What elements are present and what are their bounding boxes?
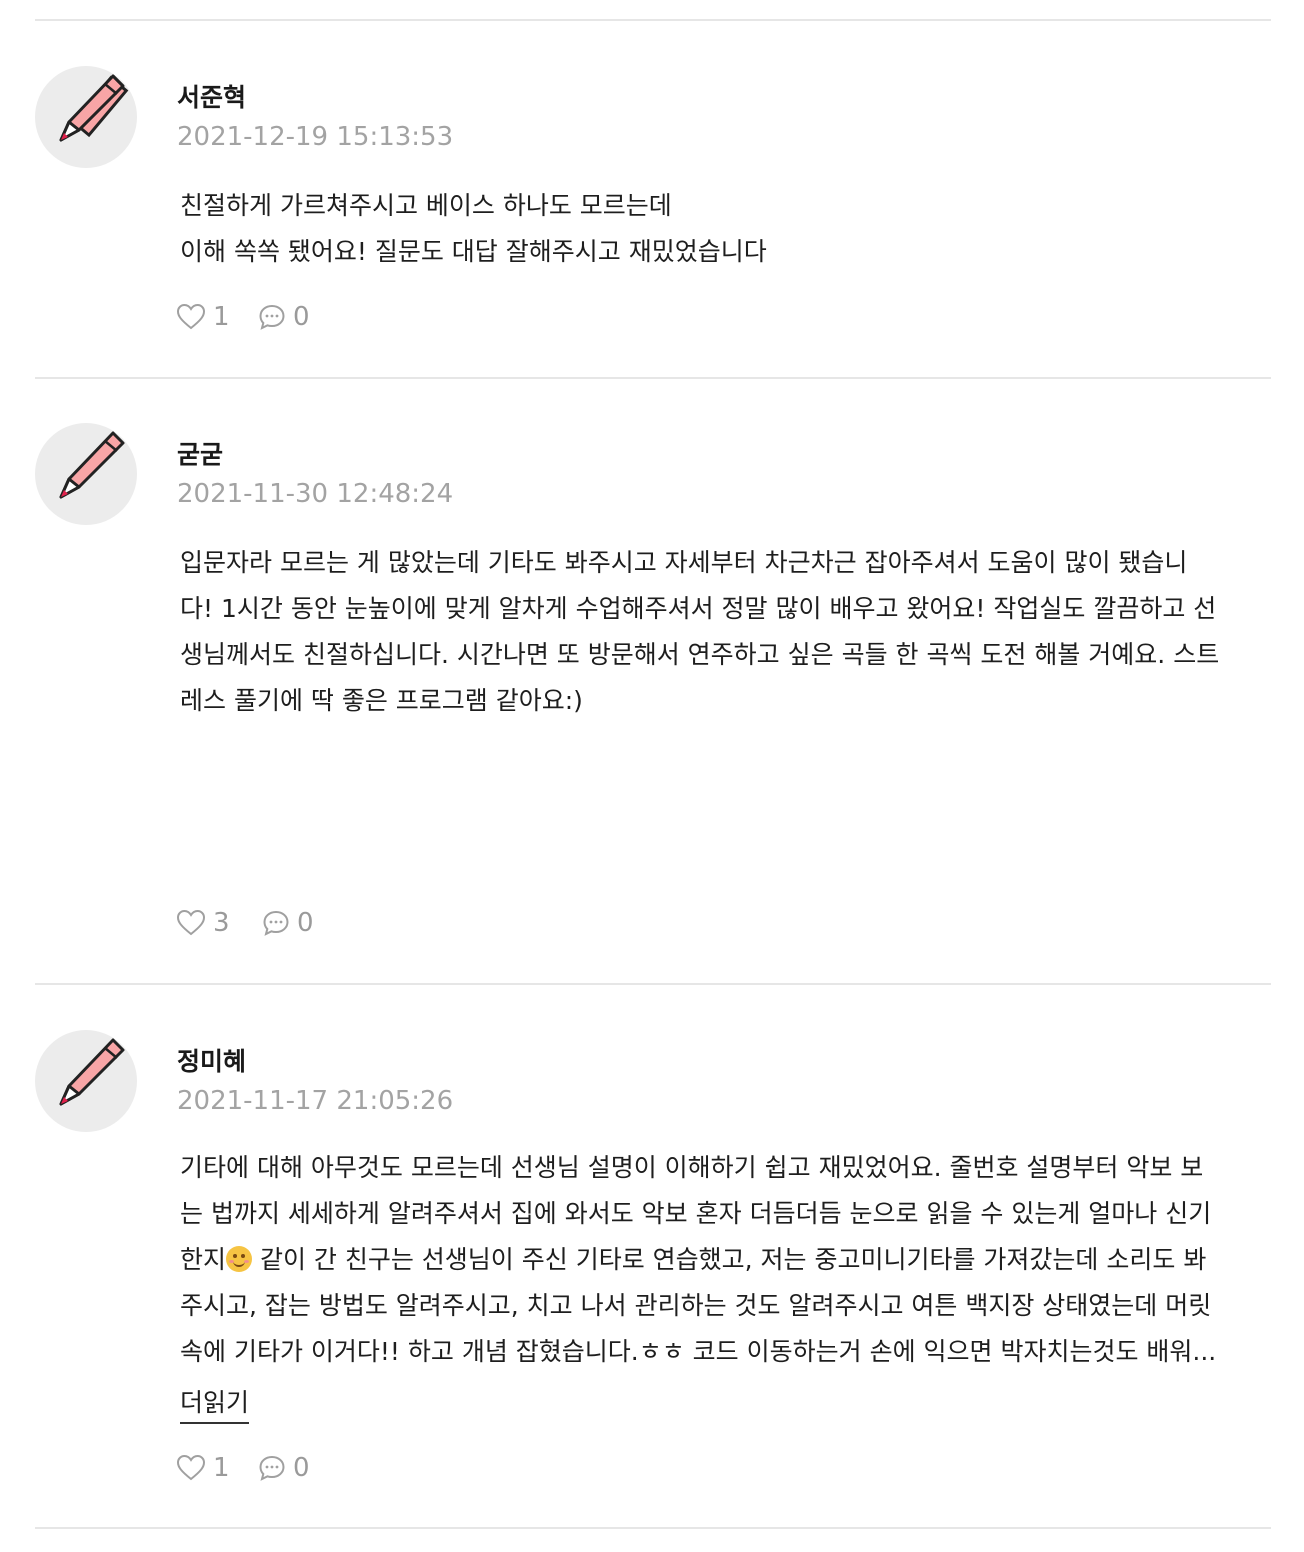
read-more-link[interactable]: 더읽기: [180, 1386, 250, 1424]
review-date: 2021-11-30 12:48:24: [177, 479, 454, 509]
review-line: 한지 같이 간 친구는 선생님이 주신 기타로 연습했고, 저는 중고미니기타를…: [180, 1237, 1275, 1283]
avatar[interactable]: [35, 1030, 137, 1132]
divider: [35, 377, 1271, 379]
review-line: 다! 1시간 동안 눈높이에 맞게 알차게 수업해주셔서 정말 많이 배우고 왔…: [180, 594, 1217, 623]
speech-bubble-icon: [259, 1455, 285, 1481]
like-count: 3: [213, 908, 230, 938]
divider: [35, 1527, 1271, 1529]
comment-count: 0: [297, 908, 314, 938]
review-line: 친절하게 가르쳐주시고 베이스 하나도 모르는데: [180, 191, 672, 220]
review-line: 기타에 대해 아무것도 모르는데 선생님 설명이 이해하기 쉽고 재밌었어요. …: [180, 1153, 1204, 1182]
heart-icon: [176, 303, 206, 330]
review-date: 2021-12-19 15:13:53: [177, 122, 454, 152]
comment-button[interactable]: 0: [258, 1451, 310, 1485]
review-body: 친절하게 가르쳐주시고 베이스 하나도 모르는데 이해 쏙쏙 됐어요! 질문도 …: [180, 183, 1275, 275]
like-button[interactable]: 1: [176, 300, 230, 334]
comment-count: 0: [293, 302, 310, 332]
pencil-icon: [59, 431, 125, 499]
divider: [35, 19, 1271, 21]
avatar[interactable]: [35, 423, 137, 525]
review-body: 입문자라 모르는 게 많았는데 기타도 봐주시고 자세부터 차근차근 잡아주셔서…: [180, 540, 1275, 724]
pencil-icon: [59, 74, 129, 142]
review-line: 는 법까지 세세하게 알려주셔서 집에 와서도 악보 혼자 더듬더듬 눈으로 읽…: [180, 1199, 1212, 1228]
comment-count: 0: [293, 1453, 310, 1483]
review-line: 생님께서도 친절하십니다. 시간나면 또 방문해서 연주하고 싶은 곡들 한 곡…: [180, 640, 1220, 669]
pencil-icon: [59, 1038, 125, 1106]
review-line: 속에 기타가 이거다!! 하고 개념 잡혔습니다.ㅎㅎ 코드 이동하는거 손에 …: [180, 1337, 1217, 1366]
smiling-face-emoji: [226, 1246, 253, 1272]
speech-bubble-icon: [259, 304, 285, 330]
comment-button[interactable]: 0: [258, 300, 310, 334]
review-line: 레스 풀기에 딱 좋은 프로그램 같아요:): [180, 686, 583, 715]
review-author: 정미혜: [177, 1047, 247, 1076]
review-line: 주시고, 잡는 방법도 알려주시고, 치고 나서 관리하는 것도 알려주시고 여…: [180, 1291, 1212, 1320]
review-text: 한지: [180, 1245, 227, 1274]
review-author: 굳굳: [177, 440, 224, 469]
avatar[interactable]: [35, 66, 137, 168]
divider: [35, 983, 1271, 985]
like-count: 1: [213, 302, 230, 332]
comment-button[interactable]: 0: [262, 906, 314, 940]
review-line: 이해 쏙쏙 됐어요! 질문도 대답 잘해주시고 재밌었습니다: [180, 237, 767, 266]
heart-icon: [176, 1454, 206, 1481]
speech-bubble-icon: [263, 910, 289, 936]
review-text: 같이 간 친구는 선생님이 주신 기타로 연습했고, 저는 중고미니기타를 가져…: [252, 1245, 1207, 1274]
review-line: 입문자라 모르는 게 많았는데 기타도 봐주시고 자세부터 차근차근 잡아주셔서…: [180, 548, 1188, 577]
review-author: 서준혁: [177, 83, 247, 112]
like-count: 1: [213, 1453, 230, 1483]
like-button[interactable]: 3: [176, 906, 230, 940]
like-button[interactable]: 1: [176, 1451, 230, 1485]
heart-icon: [176, 909, 206, 936]
review-body: 기타에 대해 아무것도 모르는데 선생님 설명이 이해하기 쉽고 재밌었어요. …: [180, 1145, 1275, 1375]
review-date: 2021-11-17 21:05:26: [177, 1086, 454, 1116]
